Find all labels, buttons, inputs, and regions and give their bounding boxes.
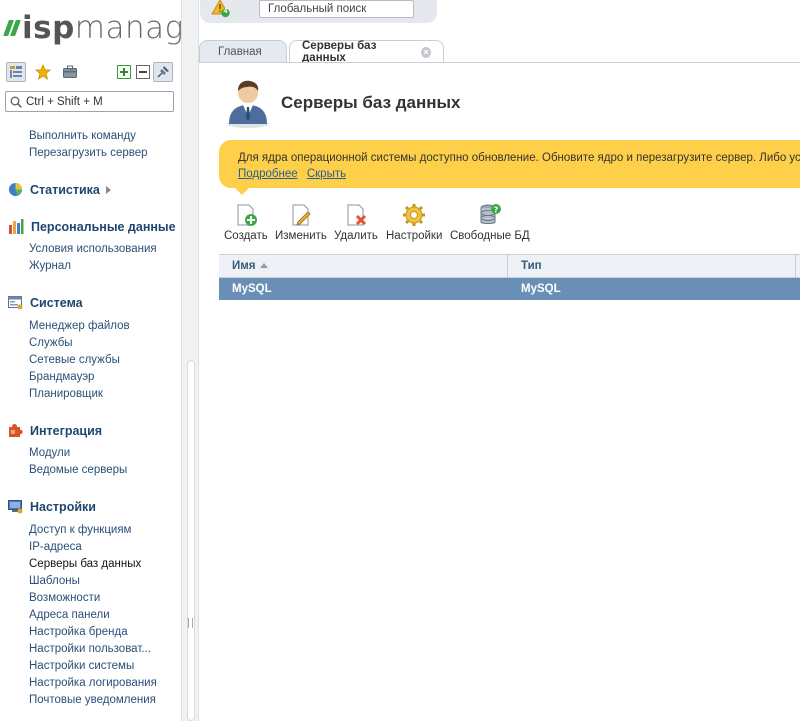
notice-more-link[interactable]: Подробнее (238, 168, 298, 180)
sidebar-item-terms-of-use[interactable]: Условия использования (29, 243, 157, 255)
edit-icon (292, 204, 311, 226)
cell-name: MySQL (232, 283, 272, 295)
global-search-input[interactable]: Глобальный поиск (259, 0, 414, 18)
splitter-grip-icon (188, 618, 193, 628)
sidebar-item-features[interactable]: Возможности (29, 592, 100, 604)
table-row[interactable]: MySQL MySQL (219, 278, 800, 300)
panel-splitter[interactable] (181, 0, 199, 721)
sidebar-item-templates[interactable]: Шаблоны (29, 575, 80, 587)
main-content: Серверы баз данных Для ядра операционной… (199, 63, 800, 721)
tab-db-servers[interactable]: Серверы баз данных × (289, 40, 444, 64)
sidebar-item-brand-settings[interactable]: Настройка бренда (29, 626, 128, 638)
notice-text: Для ядра операционной системы доступно о… (238, 152, 800, 164)
sidebar-item-logging-settings[interactable]: Настройка логирования (29, 677, 157, 689)
delete-icon (347, 204, 367, 226)
bar-chart-icon (9, 219, 24, 234)
settings-monitor-icon (8, 500, 23, 514)
pie-chart-icon (8, 182, 23, 197)
chevron-right-icon (105, 185, 111, 194)
free-db-icon: ? (480, 204, 501, 224)
sidebar-item-db-servers[interactable]: Серверы баз данных (29, 558, 141, 570)
tab-db-servers-label: Серверы баз данных (302, 40, 377, 64)
system-window-icon (8, 296, 23, 310)
sidebar-item-services[interactable]: Службы (29, 337, 73, 349)
sidebar-item-reboot-server[interactable]: Перезагрузить сервер (29, 147, 148, 159)
sidebar-section-integration[interactable]: Интеграция (8, 423, 102, 438)
sidebar-toolbar (6, 62, 174, 82)
tab-close-icon[interactable]: × (420, 46, 431, 58)
sidebar-section-personal-data[interactable]: Персональные данные (8, 219, 176, 234)
search-icon (10, 96, 22, 108)
pin-icon[interactable] (153, 62, 173, 82)
edit-button[interactable]: Изменить (275, 203, 327, 242)
sidebar-section-system[interactable]: Система (8, 295, 83, 310)
sidebar-scrollbar-thumb[interactable] (187, 360, 195, 721)
collapse-all-icon[interactable] (133, 62, 153, 82)
notifications-count-badge: 4 (223, 8, 228, 15)
sidebar-item-firewall[interactable]: Брандмауэр (29, 371, 94, 383)
search-placeholder: Ctrl + Shift + M (26, 95, 103, 108)
settings-button[interactable]: Настройки (386, 203, 442, 242)
sidebar-item-journal[interactable]: Журнал (29, 260, 71, 272)
sidebar-item-run-command[interactable]: Выполнить команду (29, 130, 136, 142)
sidebar-item-modules[interactable]: Модули (29, 447, 70, 459)
favorites-star-icon[interactable] (33, 62, 53, 82)
column-header-type[interactable]: Тип (508, 255, 796, 277)
sidebar-section-settings[interactable]: Настройки (8, 499, 96, 514)
create-icon (237, 204, 257, 226)
sidebar-item-slave-servers[interactable]: Ведомые серверы (29, 464, 127, 476)
tab-home[interactable]: Главная (199, 40, 287, 63)
menu-search-input[interactable]: Ctrl + Shift + M (5, 91, 174, 112)
briefcase-icon[interactable] (60, 62, 80, 82)
sidebar-item-mail-notifications[interactable]: Почтовые уведомления (29, 694, 156, 706)
sidebar-item-panel-addresses[interactable]: Адреса панели (29, 609, 110, 621)
left-panel: ispmanager Ctrl + Shift + M Выполнить ко… (0, 0, 181, 721)
expand-all-icon[interactable] (114, 62, 134, 82)
logo-mark-icon (3, 20, 21, 36)
sidebar-section-statistics[interactable]: Статистика (8, 182, 111, 197)
app-logo[interactable]: ispmanager (3, 10, 181, 46)
sidebar-item-file-manager[interactable]: Менеджер файлов (29, 320, 130, 332)
sidebar-item-ip-addresses[interactable]: IP-адреса (29, 541, 82, 553)
sidebar-item-network-services[interactable]: Сетевые службы (29, 354, 120, 366)
puzzle-icon (9, 424, 23, 437)
notice-hide-link[interactable]: Скрыть (307, 168, 346, 180)
db-servers-table: Имя Тип MySQL MySQL (219, 254, 800, 300)
table-header: Имя Тип (219, 254, 800, 278)
create-button[interactable]: Создать (224, 203, 268, 242)
sidebar-item-scheduler[interactable]: Планировщик (29, 388, 103, 400)
user-avatar-icon (223, 76, 273, 128)
kernel-update-notice: Для ядра операционной системы доступно о… (219, 140, 800, 188)
sidebar-item-system-settings[interactable]: Настройки системы (29, 660, 134, 672)
delete-button[interactable]: Удалить (334, 203, 378, 242)
svg-text:?: ? (494, 206, 499, 215)
menu-tree-icon[interactable] (6, 62, 26, 82)
column-header-name[interactable]: Имя (219, 255, 508, 277)
settings-icon (403, 204, 426, 226)
cell-type: MySQL (521, 283, 561, 295)
free-db-button[interactable]: ? Свободные БД (450, 203, 530, 242)
sidebar-item-user-settings[interactable]: Настройки пользоват... (29, 643, 151, 655)
notifications-bell-icon[interactable]: 4 (211, 0, 233, 18)
sidebar-item-function-access[interactable]: Доступ к функциям (29, 524, 131, 536)
page-title: Серверы баз данных (281, 93, 461, 112)
notice-pointer (234, 187, 250, 195)
sort-asc-icon (260, 263, 269, 269)
top-bar: 4 Глобальный поиск Главная Серверы баз д… (199, 0, 800, 64)
tab-home-label: Главная (218, 46, 262, 58)
